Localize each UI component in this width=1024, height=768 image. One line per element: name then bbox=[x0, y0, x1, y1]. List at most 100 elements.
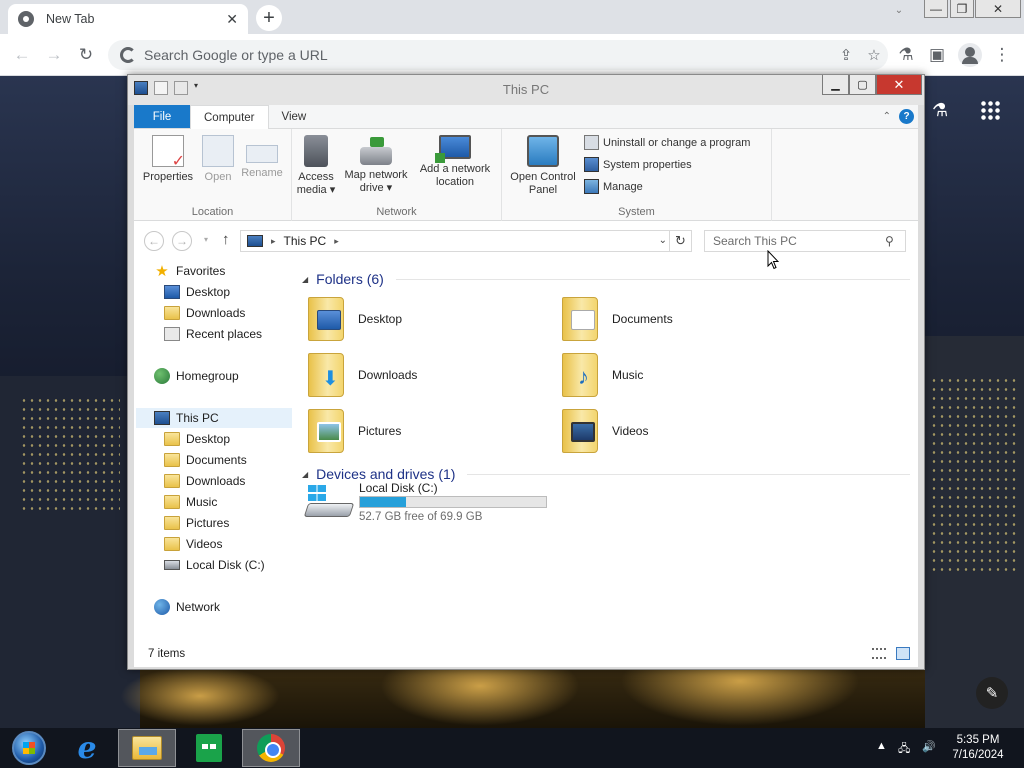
drive-tile-local-disk[interactable]: Local Disk (C:) 52.7 GB free of 69.9 GB bbox=[303, 481, 566, 525]
explorer-minimize-button[interactable]: ▁ bbox=[822, 75, 849, 95]
collapse-triangle-icon[interactable]: ◢ bbox=[302, 275, 308, 284]
tab-computer[interactable]: Computer bbox=[190, 105, 269, 130]
recent-locations-icon[interactable]: ▾ bbox=[204, 235, 208, 244]
collapse-triangle-icon[interactable]: ◢ bbox=[302, 470, 308, 479]
uninstall-program-button[interactable]: Uninstall or change a program bbox=[584, 135, 750, 150]
folder-tile-desktop[interactable]: Desktop bbox=[308, 293, 548, 345]
window-minimize-button[interactable]: — bbox=[924, 0, 948, 18]
properties-button[interactable]: Properties bbox=[142, 135, 194, 184]
system-clock[interactable]: 5:35 PM 7/16/2024 bbox=[948, 733, 1008, 763]
taskbar-file-explorer[interactable] bbox=[118, 729, 176, 767]
share-icon[interactable]: ⇪ bbox=[832, 46, 860, 64]
search-icon: ⚲ bbox=[885, 234, 894, 248]
nav-forward-button[interactable]: → bbox=[172, 231, 192, 251]
omnibox[interactable]: Search Google or type a URL ⇪ ☆ bbox=[108, 40, 888, 70]
reload-icon[interactable]: ↻ bbox=[74, 43, 98, 67]
nav-homegroup[interactable]: Homegroup bbox=[154, 366, 239, 386]
customize-pencil-icon[interactable]: ✎ bbox=[976, 677, 1008, 709]
nav-this-pc[interactable]: This PC bbox=[136, 408, 292, 428]
explorer-close-button[interactable]: ✕ bbox=[876, 75, 922, 95]
taskbar-internet-explorer[interactable]: e bbox=[58, 729, 116, 767]
refresh-icon[interactable]: ↻ bbox=[669, 231, 691, 251]
nav-fav-recent[interactable]: Recent places bbox=[164, 324, 262, 344]
nav-pc-documents[interactable]: Documents bbox=[164, 450, 247, 470]
add-network-location-button[interactable]: Add a network location bbox=[414, 135, 496, 189]
nav-pc-pictures[interactable]: Pictures bbox=[164, 513, 229, 533]
breadcrumb-chevron-icon[interactable]: ▸ bbox=[334, 236, 339, 247]
large-icons-view-icon[interactable] bbox=[896, 647, 910, 660]
nav-label: Documents bbox=[186, 453, 247, 467]
volume-icon[interactable]: 🔊 bbox=[922, 740, 936, 753]
labs-flask-icon[interactable]: ⚗ bbox=[932, 100, 948, 121]
tab-file[interactable]: File bbox=[134, 105, 190, 128]
nav-pc-music[interactable]: Music bbox=[164, 492, 217, 512]
start-button[interactable] bbox=[0, 729, 58, 767]
side-panel-icon[interactable]: ▣ bbox=[925, 43, 949, 67]
system-properties-button[interactable]: System properties bbox=[584, 157, 692, 172]
devices-section-header[interactable]: ◢ Devices and drives (1) bbox=[302, 466, 910, 482]
folder-name: Videos bbox=[612, 424, 649, 438]
nav-label: Downloads bbox=[186, 474, 246, 488]
taskbar-store[interactable] bbox=[180, 729, 238, 767]
explorer-maximize-button[interactable]: ▢ bbox=[849, 75, 876, 95]
open-control-panel-button[interactable]: Open Control Panel bbox=[506, 135, 580, 197]
nav-pc-videos[interactable]: Videos bbox=[164, 534, 222, 554]
manage-button[interactable]: Manage bbox=[584, 179, 643, 194]
tab-search-icon[interactable]: ⌄ bbox=[884, 0, 914, 20]
folder-tile-documents[interactable]: Documents bbox=[562, 293, 802, 345]
network-tray-icon[interactable]: 🖧 bbox=[898, 740, 910, 759]
open-button[interactable]: Open bbox=[198, 135, 238, 184]
explorer-titlebar[interactable]: ▾ This PC ▁ ▢ ✕ bbox=[128, 75, 924, 105]
nav-pc-desktop[interactable]: Desktop bbox=[164, 429, 230, 449]
search-input[interactable]: Search This PC ⚲ bbox=[704, 230, 906, 252]
window-restore-button[interactable]: ❐ bbox=[950, 0, 974, 18]
downloads-folder-icon bbox=[308, 353, 344, 397]
windows-drive-icon bbox=[303, 485, 355, 519]
profile-icon[interactable] bbox=[958, 43, 982, 67]
collapse-ribbon-icon[interactable]: ⌃ bbox=[883, 111, 891, 122]
help-icon[interactable]: ? bbox=[899, 109, 914, 124]
rename-label: Rename bbox=[241, 167, 283, 179]
rename-button[interactable]: Rename bbox=[240, 135, 284, 180]
internet-explorer-icon: e bbox=[77, 730, 97, 766]
nav-label: Local Disk (C:) bbox=[186, 558, 265, 572]
folder-tile-videos[interactable]: Videos bbox=[562, 405, 802, 457]
nav-back-button[interactable]: ← bbox=[144, 231, 164, 251]
bookmark-star-icon[interactable]: ☆ bbox=[860, 46, 888, 64]
up-arrow-icon[interactable]: ↑ bbox=[222, 231, 230, 248]
menu-icon[interactable]: ⋮ bbox=[990, 43, 1014, 67]
folder-tile-pictures[interactable]: Pictures bbox=[308, 405, 548, 457]
show-hidden-icons-icon[interactable]: ▲ bbox=[876, 740, 887, 752]
breadcrumb-this-pc[interactable]: This PC bbox=[284, 234, 327, 248]
apps-grid-icon[interactable] bbox=[980, 100, 1000, 120]
add-location-label-2: location bbox=[436, 176, 474, 188]
extensions-icon[interactable]: ⚗ bbox=[894, 43, 918, 67]
nav-fav-desktop[interactable]: Desktop bbox=[164, 282, 230, 302]
nav-network[interactable]: Network bbox=[154, 597, 220, 617]
tab-view[interactable]: View bbox=[269, 105, 320, 128]
downloads-folder-icon bbox=[164, 306, 180, 320]
map-network-drive-button[interactable]: Map network drive ▾ bbox=[340, 135, 412, 195]
nav-pc-downloads[interactable]: Downloads bbox=[164, 471, 245, 491]
window-close-button[interactable]: ✕ bbox=[975, 0, 1021, 18]
folder-icon bbox=[164, 537, 180, 551]
details-view-icon[interactable] bbox=[872, 648, 886, 659]
address-bar[interactable]: ▸ This PC ▸ ⌄ ↻ bbox=[240, 230, 692, 252]
folder-tile-downloads[interactable]: Downloads bbox=[308, 349, 548, 401]
tab-close-icon[interactable]: ✕ bbox=[226, 11, 238, 28]
access-media-button[interactable]: Access media ▾ bbox=[296, 135, 336, 197]
breadcrumb-chevron-icon[interactable]: ▸ bbox=[271, 236, 276, 247]
address-dropdown-icon[interactable]: ⌄ bbox=[659, 235, 667, 246]
nav-fav-downloads[interactable]: Downloads bbox=[164, 303, 245, 323]
nav-pc-local-disk[interactable]: Local Disk (C:) bbox=[164, 555, 265, 575]
nav-favorites[interactable]: ★ Favorites bbox=[154, 261, 225, 281]
taskbar-chrome[interactable] bbox=[242, 729, 300, 767]
folder-tile-music[interactable]: Music bbox=[562, 349, 802, 401]
forward-icon[interactable]: → bbox=[42, 43, 66, 67]
new-tab-button[interactable]: + bbox=[256, 5, 282, 31]
back-icon[interactable]: ← bbox=[10, 43, 34, 67]
drive-usage-bar bbox=[359, 496, 547, 508]
browser-tab[interactable]: New Tab ✕ bbox=[8, 4, 248, 34]
videos-folder-icon bbox=[562, 409, 598, 453]
folders-section-header[interactable]: ◢ Folders (6) bbox=[302, 271, 910, 287]
